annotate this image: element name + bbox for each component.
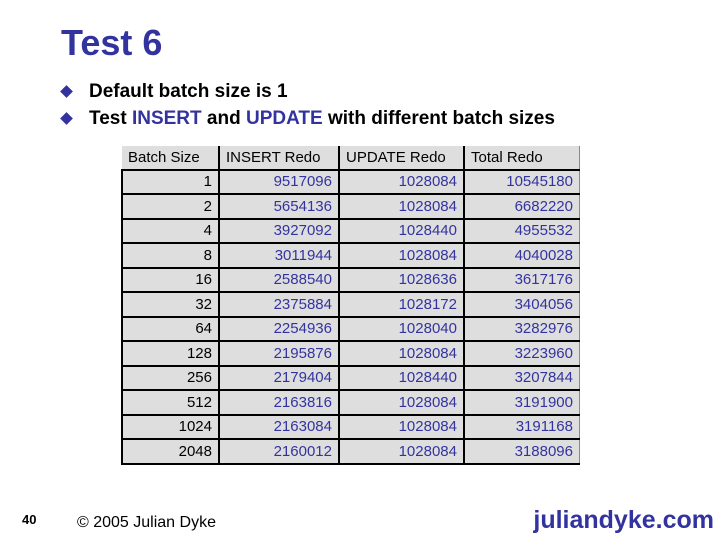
cell-total-redo: 3188096	[463, 438, 580, 465]
cell-total-redo: 4040028	[463, 242, 580, 269]
table-row: 2048 2160012 1028084 3188096	[121, 438, 580, 465]
cell-total-redo: 3617176	[463, 266, 580, 293]
cell-update-redo: 1028084	[338, 193, 465, 220]
table-row: 8 3011944 1028084 4040028	[121, 242, 580, 269]
site-logo: juliandyke.com	[533, 506, 714, 534]
cell-insert-redo: 9517096	[218, 168, 340, 195]
cell-batch-size: 8	[121, 242, 220, 269]
table-header-row: Batch Size INSERT Redo UPDATE Redo Total…	[122, 146, 580, 171]
cell-update-redo: 1028172	[338, 291, 465, 318]
cell-update-redo: 1028084	[338, 242, 465, 269]
cell-batch-size: 512	[121, 389, 220, 416]
cell-total-redo: 6682220	[463, 193, 580, 220]
table-row: 16 2588540 1028636 3617176	[121, 266, 580, 293]
header-update-redo: UPDATE Redo	[339, 146, 465, 171]
cell-total-redo: 3404056	[463, 291, 580, 318]
cell-update-redo: 1028440	[338, 364, 465, 391]
bullet-list: Default batch size is 1 Test INSERT and …	[56, 78, 555, 132]
table-row: 256 2179404 1028440 3207844	[121, 364, 580, 391]
cell-insert-redo: 2588540	[218, 266, 340, 293]
table-row: 64 2254936 1028040 3282976	[121, 315, 580, 342]
cell-insert-redo: 2160012	[218, 438, 340, 465]
table-row: 32 2375884 1028172 3404056	[121, 291, 580, 318]
redo-table: Batch Size INSERT Redo UPDATE Redo Total…	[121, 146, 580, 465]
cell-update-redo: 1028084	[338, 413, 465, 440]
cell-insert-redo: 2179404	[218, 364, 340, 391]
cell-insert-redo: 2195876	[218, 340, 340, 367]
cell-total-redo: 10545180	[463, 168, 580, 195]
header-insert-redo: INSERT Redo	[219, 146, 340, 171]
bullet-text: Test INSERT and UPDATE with different ba…	[89, 108, 555, 130]
bullet-item: Default batch size is 1	[56, 78, 555, 105]
table-row: 2 5654136 1028084 6682220	[121, 193, 580, 220]
cell-total-redo: 3282976	[463, 315, 580, 342]
cell-total-redo: 4955532	[463, 217, 580, 244]
cell-update-redo: 1028040	[338, 315, 465, 342]
cell-total-redo: 3207844	[463, 364, 580, 391]
cell-batch-size: 32	[121, 291, 220, 318]
cell-update-redo: 1028084	[338, 389, 465, 416]
cell-batch-size: 1	[121, 168, 220, 195]
cell-batch-size: 256	[121, 364, 220, 391]
cell-insert-redo: 2163816	[218, 389, 340, 416]
cell-insert-redo: 2163084	[218, 413, 340, 440]
bullet-text-part: with different batch sizes	[322, 107, 555, 129]
cell-insert-redo: 5654136	[218, 193, 340, 220]
keyword-update: UPDATE	[245, 107, 323, 129]
copyright: © 2005 Julian Dyke	[77, 514, 216, 531]
table-row: 4 3927092 1028440 4955532	[121, 217, 580, 244]
cell-batch-size: 64	[121, 315, 220, 342]
cell-update-redo: 1028084	[338, 438, 465, 465]
cell-update-redo: 1028084	[338, 168, 465, 195]
cell-batch-size: 2	[121, 193, 220, 220]
cell-batch-size: 2048	[121, 438, 220, 465]
cell-batch-size: 1024	[121, 413, 220, 440]
table-row: 128 2195876 1028084 3223960	[121, 340, 580, 367]
cell-batch-size: 16	[121, 266, 220, 293]
slide-title: Test 6	[61, 22, 163, 63]
page-number: 40	[22, 512, 37, 527]
header-batch-size: Batch Size	[122, 146, 220, 171]
cell-insert-redo: 3011944	[218, 242, 340, 269]
diamond-bullet-icon	[60, 85, 73, 98]
cell-batch-size: 128	[121, 340, 220, 367]
cell-total-redo: 3191168	[463, 413, 580, 440]
cell-total-redo: 3223960	[463, 340, 580, 367]
cell-total-redo: 3191900	[463, 389, 580, 416]
cell-insert-redo: 3927092	[218, 217, 340, 244]
bullet-text-part: Test	[89, 107, 132, 129]
table-row: 1024 2163084 1028084 3191168	[121, 413, 580, 440]
cell-insert-redo: 2254936	[218, 315, 340, 342]
bullet-item: Test INSERT and UPDATE with different ba…	[56, 105, 555, 132]
table-row: 512 2163816 1028084 3191900	[121, 389, 580, 416]
bullet-text-part: and	[201, 107, 246, 129]
cell-insert-redo: 2375884	[218, 291, 340, 318]
bullet-text: Default batch size is 1	[89, 80, 288, 102]
cell-update-redo: 1028084	[338, 340, 465, 367]
table-row: 1 9517096 1028084 10545180	[121, 168, 580, 195]
cell-batch-size: 4	[121, 217, 220, 244]
diamond-bullet-icon	[60, 112, 73, 125]
keyword-insert: INSERT	[131, 107, 202, 129]
header-total-redo: Total Redo	[464, 146, 580, 171]
cell-update-redo: 1028440	[338, 217, 465, 244]
cell-update-redo: 1028636	[338, 266, 465, 293]
